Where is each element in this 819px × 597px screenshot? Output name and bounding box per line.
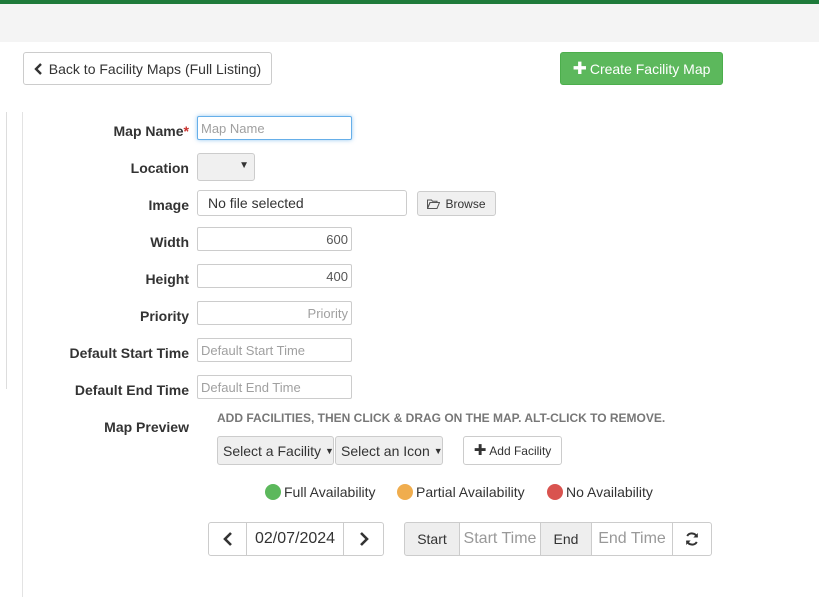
end-time-input[interactable]: End Time xyxy=(591,522,673,556)
legend-label: Full Availability xyxy=(284,484,376,500)
legend-label: Partial Availability xyxy=(416,484,525,500)
back-to-listing-button[interactable]: Back to Facility Maps (Full Listing) xyxy=(23,52,272,85)
legend-partial-availability: Partial Availability xyxy=(397,484,525,500)
plus-icon: ✚ xyxy=(473,442,487,459)
green-dot-icon xyxy=(265,484,281,500)
start-time-addon: Start xyxy=(404,522,460,556)
location-select[interactable]: ▼ xyxy=(197,153,255,181)
width-label: Width xyxy=(150,234,189,250)
create-facility-map-button[interactable]: ✚ Create Facility Map xyxy=(560,52,723,85)
priority-label: Priority xyxy=(139,308,189,324)
location-label: Location xyxy=(130,160,189,176)
icon-select[interactable]: Select an Icon ▼ xyxy=(335,436,443,465)
date-display[interactable]: 02/07/2024 xyxy=(246,522,344,556)
plus-icon: ✚ xyxy=(572,59,587,78)
caret-down-icon: ▼ xyxy=(239,160,249,171)
map-name-label: Map Name* xyxy=(113,123,189,139)
refresh-icon xyxy=(686,532,698,546)
default-start-time-input[interactable] xyxy=(197,338,352,362)
default-end-time-label: Default End Time xyxy=(74,382,189,398)
add-facility-label: Add Facility xyxy=(489,443,552,458)
back-button-label: Back to Facility Maps (Full Listing) xyxy=(48,60,262,77)
start-time-input[interactable]: Start Time xyxy=(459,522,541,556)
create-button-label: Create Facility Map xyxy=(589,60,711,77)
priority-input[interactable] xyxy=(197,301,352,325)
image-label: Image xyxy=(148,197,189,213)
previous-day-button[interactable] xyxy=(208,522,247,556)
default-end-time-input[interactable] xyxy=(197,375,352,399)
content-divider xyxy=(22,112,23,597)
legend-full-availability: Full Availability xyxy=(265,484,376,500)
height-label: Height xyxy=(145,271,189,287)
orange-dot-icon xyxy=(397,484,413,500)
height-input[interactable] xyxy=(197,264,352,288)
legend-label: No Availability xyxy=(566,484,653,500)
end-time-addon: End xyxy=(540,522,592,556)
browse-button[interactable]: Browse xyxy=(417,191,496,216)
caret-down-icon: ▼ xyxy=(433,445,443,456)
folder-open-icon xyxy=(427,199,441,209)
caret-down-icon: ▼ xyxy=(325,445,334,456)
width-input[interactable] xyxy=(197,227,352,251)
icon-select-value: Select an Icon xyxy=(341,442,430,459)
map-preview-label: Map Preview xyxy=(104,419,189,435)
sub-header-bar xyxy=(0,4,819,42)
map-preview-hint: ADD FACILITIES, THEN CLICK & DRAG ON THE… xyxy=(217,411,666,425)
default-start-time-label: Default Start Time xyxy=(69,345,189,361)
refresh-button[interactable] xyxy=(672,522,712,556)
facility-select-value: Select a Facility xyxy=(223,442,322,459)
map-name-input[interactable] xyxy=(197,116,352,140)
red-dot-icon xyxy=(547,484,563,500)
add-facility-button[interactable]: ✚ Add Facility xyxy=(463,436,562,465)
next-day-button[interactable] xyxy=(343,522,384,556)
chevron-right-icon xyxy=(359,532,369,546)
left-panel-edge xyxy=(0,112,7,389)
browse-label: Browse xyxy=(445,196,486,211)
image-file-field[interactable]: No file selected xyxy=(197,190,407,216)
chevron-left-icon xyxy=(222,532,232,546)
legend-no-availability: No Availability xyxy=(547,484,653,500)
facility-select[interactable]: Select a Facility ▼ xyxy=(217,436,334,465)
required-mark: * xyxy=(183,123,189,139)
chevron-left-icon xyxy=(34,62,42,75)
